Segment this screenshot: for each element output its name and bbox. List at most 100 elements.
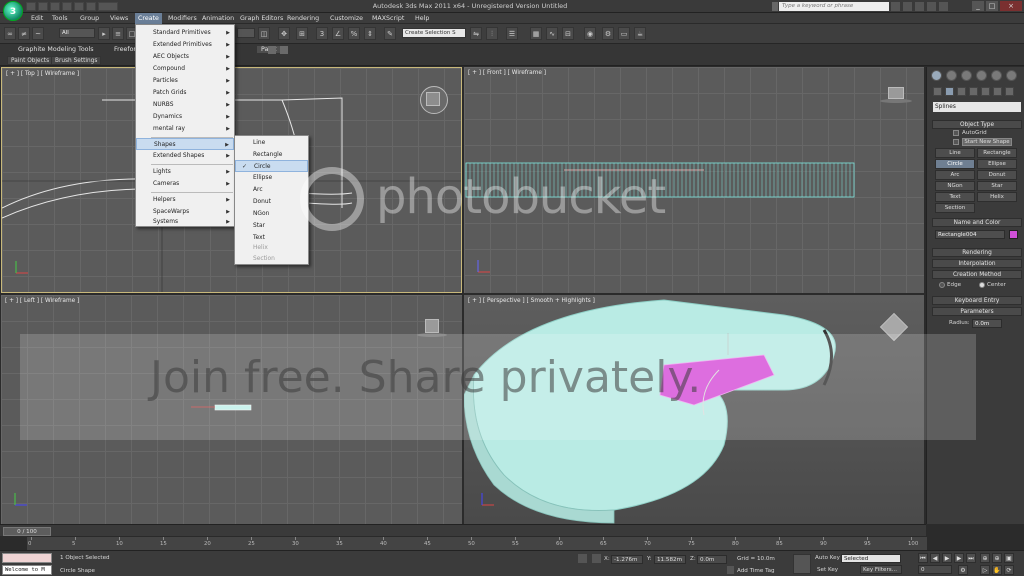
radius-spinner[interactable]: 0.0m bbox=[972, 319, 1002, 328]
menu-compound[interactable]: Compound ▶ bbox=[136, 63, 234, 75]
menu-animation[interactable]: Animation bbox=[199, 13, 237, 24]
start-new-shape-checkbox[interactable] bbox=[953, 139, 959, 145]
keyboard-shortcut-override-icon[interactable]: ⊞ bbox=[296, 27, 308, 40]
key-mode-dropdown[interactable]: Selected bbox=[841, 554, 901, 563]
angle-snap-icon[interactable]: ∠ bbox=[332, 27, 344, 40]
edit-named-selections-icon[interactable]: ✎ bbox=[384, 27, 396, 40]
project-folder-icon[interactable] bbox=[86, 2, 96, 11]
search-toggle-icon[interactable] bbox=[772, 2, 778, 11]
menu-lights[interactable]: Lights ▶ bbox=[136, 166, 234, 178]
select-manipulate-icon[interactable]: ✥ bbox=[278, 27, 290, 40]
zoom-all-icon[interactable]: ⊕ bbox=[992, 553, 1002, 563]
new-file-icon[interactable] bbox=[26, 2, 36, 11]
communication-center-icon[interactable] bbox=[915, 2, 924, 11]
close-button[interactable]: × bbox=[1000, 1, 1022, 11]
section-button[interactable]: Section bbox=[935, 203, 975, 213]
brush-settings-button[interactable]: Brush Settings bbox=[51, 56, 102, 65]
menu-create[interactable]: Create bbox=[135, 13, 162, 24]
menu-nurbs[interactable]: NURBS ▶ bbox=[136, 99, 234, 111]
rendering-rollout[interactable]: Rendering bbox=[932, 248, 1022, 257]
utilities-panel-tab-icon[interactable] bbox=[1006, 70, 1017, 81]
align-icon[interactable]: ⫶ bbox=[486, 27, 498, 40]
named-selection-dropdown[interactable]: Create Selection S bbox=[402, 28, 466, 38]
systems-icon[interactable] bbox=[1005, 87, 1014, 96]
star-button[interactable]: Star bbox=[977, 181, 1017, 191]
lights-icon[interactable] bbox=[957, 87, 966, 96]
subscription-icon[interactable] bbox=[903, 2, 912, 11]
object-color-swatch[interactable] bbox=[1009, 230, 1018, 239]
select-by-name-icon[interactable]: ≡ bbox=[112, 27, 124, 40]
menu-tools[interactable]: Tools bbox=[49, 13, 71, 24]
maxscript-listener-mini[interactable] bbox=[2, 553, 52, 563]
menu-helpers[interactable]: Helpers ▶ bbox=[136, 194, 234, 206]
ribbon-minimize-icon[interactable] bbox=[268, 46, 276, 54]
edge-radio[interactable] bbox=[939, 282, 945, 288]
time-slider[interactable]: 0 / 100 bbox=[0, 524, 926, 536]
menu-cameras[interactable]: Cameras ▶ bbox=[136, 178, 234, 190]
menu-extended-primitives[interactable]: Extended Primitives ▶ bbox=[136, 39, 234, 51]
create-panel-tab-icon[interactable] bbox=[931, 70, 942, 81]
material-editor-icon[interactable]: ◉ bbox=[584, 27, 596, 40]
menu-patch-grids[interactable]: Patch Grids ▶ bbox=[136, 87, 234, 99]
circle-button[interactable]: Circle bbox=[935, 159, 975, 169]
curve-editor-icon[interactable]: ∿ bbox=[546, 27, 558, 40]
graphite-toggle-icon[interactable]: ▦ bbox=[530, 27, 542, 40]
menu-mental-ray[interactable]: mental ray ▶ bbox=[136, 123, 234, 135]
paint-objects-button[interactable]: Paint Objects bbox=[7, 56, 54, 65]
shapes-icon[interactable] bbox=[945, 87, 954, 96]
interpolation-rollout[interactable]: Interpolation bbox=[932, 259, 1022, 268]
absolute-mode-icon[interactable] bbox=[592, 554, 601, 563]
reference-coordinate-dropdown[interactable] bbox=[237, 28, 255, 38]
search-icon[interactable] bbox=[891, 2, 900, 11]
time-config-icon[interactable]: ⚙ bbox=[958, 565, 968, 575]
render-production-icon[interactable]: ☕ bbox=[634, 27, 646, 40]
orbit-icon[interactable]: ⟳ bbox=[1004, 565, 1014, 575]
donut-button[interactable]: Donut bbox=[977, 170, 1017, 180]
submenu-arc[interactable]: Arc bbox=[235, 184, 308, 196]
y-coordinate-input[interactable]: 11.582m bbox=[654, 555, 686, 564]
menu-shapes[interactable]: Shapes ▶ bbox=[136, 138, 234, 150]
selection-filter-dropdown[interactable]: All bbox=[59, 28, 95, 38]
menu-customize[interactable]: Customize bbox=[327, 13, 366, 24]
rectangle-button[interactable]: Rectangle bbox=[977, 148, 1017, 158]
menu-group[interactable]: Group bbox=[77, 13, 102, 24]
zoom-extents-icon[interactable]: ▣ bbox=[1004, 553, 1014, 563]
layer-manager-icon[interactable]: ☰ bbox=[506, 27, 518, 40]
menu-particles[interactable]: Particles ▶ bbox=[136, 75, 234, 87]
display-panel-tab-icon[interactable] bbox=[991, 70, 1002, 81]
helix-button[interactable]: Helix bbox=[977, 192, 1017, 202]
select-object-icon[interactable]: ▸ bbox=[98, 27, 110, 40]
mirror-icon[interactable]: ⇋ bbox=[470, 27, 482, 40]
zoom-icon[interactable]: ⊕ bbox=[980, 553, 990, 563]
menu-systems[interactable]: Systems ▶ bbox=[136, 218, 234, 227]
lock-selection-icon[interactable] bbox=[578, 554, 587, 563]
render-setup-icon[interactable]: ⚙ bbox=[602, 27, 614, 40]
line-button[interactable]: Line bbox=[935, 148, 975, 158]
pivot-icon[interactable]: ◫ bbox=[258, 27, 270, 40]
x-coordinate-input[interactable]: -1.276m bbox=[611, 555, 643, 564]
menu-help[interactable]: Help bbox=[412, 13, 432, 24]
ellipse-button[interactable]: Ellipse bbox=[977, 159, 1017, 169]
snaps-toggle-icon[interactable]: 3 bbox=[316, 27, 328, 40]
unlink-icon[interactable]: ≠ bbox=[18, 27, 30, 40]
key-filters-button[interactable]: Key Filters... bbox=[860, 565, 902, 574]
pan-icon[interactable]: ✋ bbox=[992, 565, 1002, 575]
set-key-button[interactable]: Set Key bbox=[817, 567, 838, 573]
time-slider-thumb[interactable]: 0 / 100 bbox=[3, 527, 51, 536]
submenu-ellipse[interactable]: Ellipse bbox=[235, 172, 308, 184]
geometry-icon[interactable] bbox=[933, 87, 942, 96]
undo-icon[interactable] bbox=[62, 2, 72, 11]
object-name-input[interactable]: Rectangle004 bbox=[935, 230, 1005, 239]
keyboard-entry-rollout[interactable]: Keyboard Entry bbox=[932, 296, 1022, 305]
help-icon[interactable] bbox=[939, 2, 948, 11]
help-search-input[interactable]: Type a keyword or phrase bbox=[779, 2, 889, 11]
redo-icon[interactable] bbox=[74, 2, 84, 11]
menu-aec-objects[interactable]: AEC Objects ▶ bbox=[136, 51, 234, 63]
go-to-start-icon[interactable]: ⏮ bbox=[918, 553, 928, 563]
ngon-button[interactable]: NGon bbox=[935, 181, 975, 191]
current-frame-input[interactable]: 0 bbox=[918, 565, 952, 574]
play-icon[interactable]: ▶ bbox=[942, 553, 952, 563]
go-to-end-icon[interactable]: ⏭ bbox=[966, 553, 976, 563]
viewport-front[interactable]: [ + ] [ Front ] [ Wireframe ] bbox=[464, 67, 924, 293]
save-file-icon[interactable] bbox=[50, 2, 60, 11]
